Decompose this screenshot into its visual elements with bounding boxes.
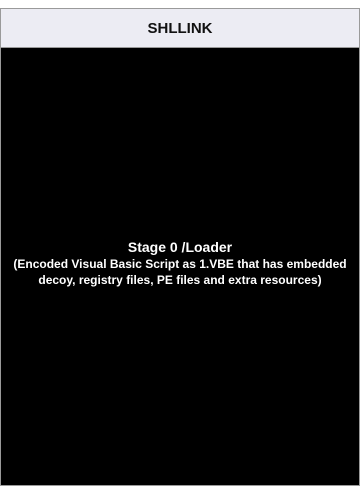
stage-title: Stage 0 /Loader bbox=[127, 239, 233, 255]
stage-description: (Encoded Visual Basic Script as 1.VBE th… bbox=[13, 257, 347, 287]
box-title: SHLLINK bbox=[147, 19, 213, 37]
box-header: SHLLINK bbox=[1, 9, 359, 48]
stage-block: Stage 0 /Loader (Encoded Visual Basic Sc… bbox=[1, 239, 359, 288]
box-body: Stage 0 /Loader (Encoded Visual Basic Sc… bbox=[1, 48, 359, 485]
diagram-box: SHLLINK Stage 0 /Loader (Encoded Visual … bbox=[0, 8, 360, 486]
